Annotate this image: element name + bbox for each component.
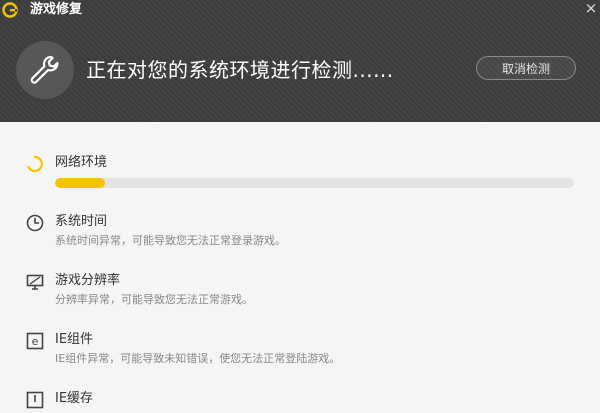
check-list: 网络环境 系统时间 系统时间异常，可能导致您无法正常登录游戏。 游戏分辨率 分辨… [0,122,600,409]
title-bar: 游戏修复 × [0,0,600,22]
svg-text:e: e [32,335,39,348]
scan-status-text: 正在对您的系统环境进行检测...... [86,58,394,82]
check-title: 游戏分辨率 [55,273,121,288]
repair-tool-badge [16,41,74,99]
ie-icon: e [26,332,44,350]
close-icon[interactable]: × [584,0,598,16]
check-title: 系统时间 [55,214,108,229]
check-description: 分辨率异常，可能导致您无法正常游戏。 [55,293,253,306]
wrench-icon [30,55,59,84]
app-logo-icon [2,2,18,18]
check-title: IE缓存 [55,391,94,406]
check-description: IE组件异常，可能导致未知错误，使您无法正常登陆游戏。 [55,352,341,365]
monitor-icon [26,273,44,291]
check-description: 系统时间异常，可能导致您无法正常登录游戏。 [55,234,286,247]
header: 游戏修复 × 正在对您的系统环境进行检测...... 取消检测 [0,0,600,122]
loading-spinner-icon [26,155,44,173]
app-title: 游戏修复 [30,2,83,17]
check-title: IE组件 [55,332,94,347]
cache-icon [26,391,44,409]
clock-icon [26,214,44,232]
check-progress-bar [55,178,574,188]
cancel-scan-button[interactable]: 取消检测 [476,56,576,80]
check-progress-fill [55,178,106,188]
check-title: 网络环境 [55,155,108,170]
